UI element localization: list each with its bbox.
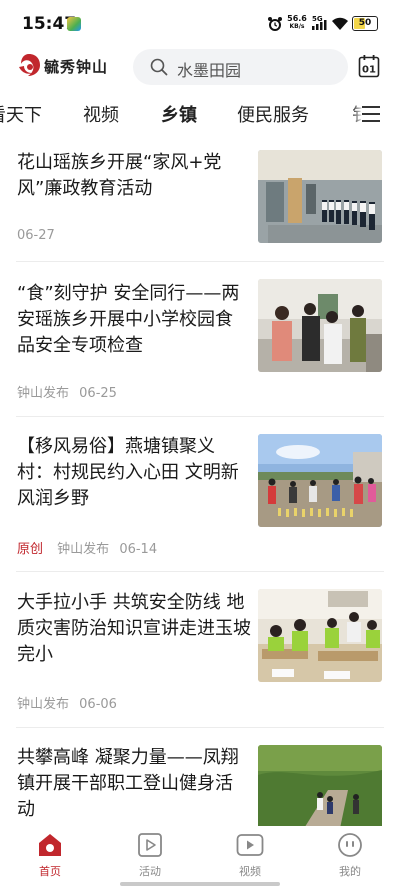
nav-home[interactable]: 首页 [20, 832, 80, 879]
article-thumbnail[interactable] [258, 745, 382, 826]
article-title[interactable]: 共攀高峰 凝聚力量——凤翔镇开展干部职工登山健身活动 [17, 745, 249, 823]
nav-label: 我的 [339, 865, 361, 878]
article-thumbnail[interactable] [258, 434, 382, 527]
battery-level: 50 [358, 18, 372, 28]
tab-menu-icon[interactable] [352, 102, 384, 126]
article-item[interactable]: 花山瑶族乡开展“家风+党风”廉政教育活动 06-27 [0, 148, 400, 260]
article-title[interactable]: 花山瑶族乡开展“家风+党风”廉政教育活动 [17, 150, 249, 202]
article-meta: 钟山发布 06-06 [17, 693, 117, 712]
calendar-day: 01 [362, 65, 376, 76]
tab-townships[interactable]: 乡镇 [161, 101, 197, 127]
nav-label: 首页 [39, 865, 61, 878]
article-date: 06-06 [79, 697, 117, 712]
search-placeholder[interactable]: 水墨田园 [177, 57, 241, 81]
article-date: 06-25 [79, 386, 117, 401]
article-meta: 原创 钟山发布 06-14 [17, 538, 157, 557]
tab-services[interactable]: 便民服务 [237, 101, 309, 127]
article-item[interactable]: 共攀高峰 凝聚力量——凤翔镇开展干部职工登山健身活动 [0, 743, 400, 826]
home-indicator[interactable] [120, 882, 280, 886]
battery-icon: 50 [352, 16, 378, 31]
signal-icon: 5G [312, 15, 327, 30]
profile-icon [338, 833, 362, 857]
article-item[interactable]: “食”刻守护 安全同行——两安瑶族乡开展中小学校园食品安全专项检查 钟山发布 0… [0, 277, 400, 407]
status-bar: 15:47 56.6 KB/s 5G 50 [0, 0, 400, 46]
article-title[interactable]: “食”刻守护 安全同行——两安瑶族乡开展中小学校园食品安全专项检查 [17, 281, 243, 359]
article-thumbnail[interactable] [258, 589, 382, 682]
nav-label: 活动 [139, 865, 161, 878]
tab-world[interactable]: 看天下 [0, 101, 42, 127]
app-logo-text[interactable]: 毓秀钟山 [44, 56, 108, 77]
article-meta: 06-27 [17, 228, 55, 243]
nav-video[interactable]: 视频 [220, 832, 280, 879]
article-meta: 钟山发布 06-25 [17, 382, 117, 401]
net-speed: 56.6 KB/s [287, 15, 307, 31]
article-date: 06-27 [17, 228, 55, 243]
home-icon [39, 834, 61, 856]
article-title[interactable]: 大手拉小手 共筑安全防线 地质灾害防治知识宣讲走进玉坡完小 [17, 590, 253, 668]
article-thumbnail[interactable] [258, 150, 382, 243]
article-thumbnail[interactable] [258, 279, 382, 372]
calendar-icon[interactable]: 01 [358, 54, 380, 78]
article-item[interactable]: 大手拉小手 共筑安全防线 地质灾害防治知识宣讲走进玉坡完小 钟山发布 06-06 [0, 587, 400, 715]
article-date: 06-14 [119, 542, 158, 557]
article-source: 钟山发布 [57, 542, 110, 557]
article-divider [16, 416, 384, 417]
app-notification-icon [67, 17, 81, 31]
activity-icon [138, 833, 162, 857]
channel-tabs: 看天下 视频 乡镇 便民服务 钅 [0, 96, 400, 134]
wifi-icon [332, 17, 348, 30]
net-speed-unit: KB/s [289, 23, 305, 30]
nav-profile[interactable]: 我的 [320, 832, 380, 879]
search-icon [150, 58, 168, 76]
article-source: 钟山发布 [17, 386, 70, 401]
nav-activity[interactable]: 活动 [120, 832, 180, 879]
alarm-icon [268, 17, 282, 31]
article-divider [16, 571, 384, 572]
video-icon [236, 834, 264, 856]
article-divider [16, 727, 384, 728]
article-title[interactable]: 【移风易俗】燕塘镇聚义村：村规民约入心田 文明新风润乡野 [17, 434, 249, 512]
logo-icon [19, 54, 40, 76]
article-source: 钟山发布 [17, 697, 70, 712]
article-divider [16, 261, 384, 262]
original-badge: 原创 [17, 542, 44, 557]
bottom-navigation: 首页 活动 视频 我的 [0, 826, 400, 889]
article-item[interactable]: 【移风易俗】燕塘镇聚义村：村规民约入心田 文明新风润乡野 原创 钟山发布 06-… [0, 432, 400, 562]
tab-video[interactable]: 视频 [83, 101, 119, 127]
network-type-label: 5G [312, 15, 323, 23]
nav-label: 视频 [239, 865, 261, 878]
net-speed-value: 56.6 [287, 14, 307, 23]
